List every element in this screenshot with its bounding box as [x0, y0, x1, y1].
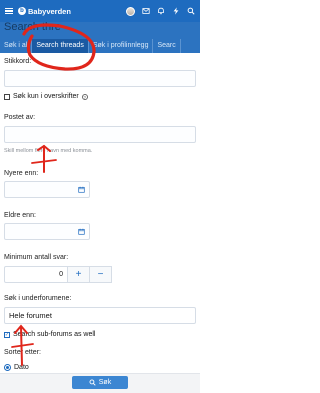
search-button[interactable]: Søk	[72, 376, 128, 389]
keywords-label: Stikkord:	[4, 58, 32, 65]
search-subforums-checkbox[interactable]: ✓	[4, 331, 10, 338]
envelope-icon[interactable]	[142, 7, 150, 15]
posted-by-input[interactable]	[4, 126, 196, 143]
tab-search-threads[interactable]: Search threads	[32, 39, 89, 53]
subforums-label: Søk i underforumene:	[4, 295, 72, 302]
calendar-icon[interactable]	[78, 186, 85, 193]
older-than-label: Eldre enn:	[4, 212, 36, 219]
subforum-select[interactable]: Hele forumet	[4, 307, 196, 324]
search-icon	[89, 379, 96, 386]
min-replies-stepper: 0 + −	[4, 266, 112, 283]
logo-text: Babyverden	[28, 6, 71, 16]
header-actions	[126, 6, 200, 16]
sort-radio[interactable]	[4, 364, 11, 371]
keywords-input[interactable]	[4, 70, 196, 87]
min-replies-label: Minimum antall svar:	[4, 254, 69, 261]
titles-only-checkbox[interactable]	[4, 93, 10, 100]
sort-option-date[interactable]: Dato	[4, 364, 29, 371]
avatar[interactable]	[126, 6, 135, 16]
min-replies-input[interactable]: 0	[4, 266, 68, 283]
page-title-strip: Search thre	[0, 22, 200, 39]
tab-search-all[interactable]: Søk i al	[0, 39, 33, 53]
hamburger-icon[interactable]	[0, 0, 18, 22]
search-subforums-label: Search sub-forums as well	[13, 331, 96, 338]
help-icon[interactable]: ?	[81, 93, 88, 100]
search-icon[interactable]	[187, 7, 195, 15]
newer-than-label: Nyere enn:	[4, 170, 39, 177]
tab-search-profile-posts[interactable]: Søk i profilinnlegg	[89, 39, 154, 53]
increment-button[interactable]: +	[68, 266, 90, 283]
decrement-button[interactable]: −	[90, 266, 112, 283]
posted-by-label: Postet av:	[4, 114, 36, 121]
lightning-icon[interactable]	[172, 7, 180, 15]
titles-only-label: Søk kun i overskrifter	[13, 93, 79, 100]
logo-mark: b	[18, 7, 26, 15]
newer-than-date-input[interactable]	[4, 181, 90, 198]
calendar-icon[interactable]	[78, 228, 85, 235]
search-button-label: Søk	[98, 379, 112, 386]
posted-by-hint: Skill mellom flere navn med komma.	[4, 148, 93, 154]
search-tabs: Søk i al Search threads Søk i profilinnl…	[0, 39, 200, 53]
page-title: Search thre	[4, 22, 61, 33]
bell-icon[interactable]	[157, 7, 165, 15]
search-subforums-row[interactable]: ✓ Search sub-forums as well	[4, 331, 95, 338]
titles-only-row[interactable]: Søk kun i overskrifter ?	[4, 93, 88, 100]
sort-option-label: Dato	[14, 364, 29, 371]
tab-search-more[interactable]: Searc	[153, 39, 181, 53]
sort-label: Sorter etter:	[4, 349, 41, 356]
top-app-bar: b Babyverden	[0, 0, 200, 22]
older-than-date-input[interactable]	[4, 223, 90, 240]
site-logo[interactable]: b Babyverden	[18, 7, 71, 16]
